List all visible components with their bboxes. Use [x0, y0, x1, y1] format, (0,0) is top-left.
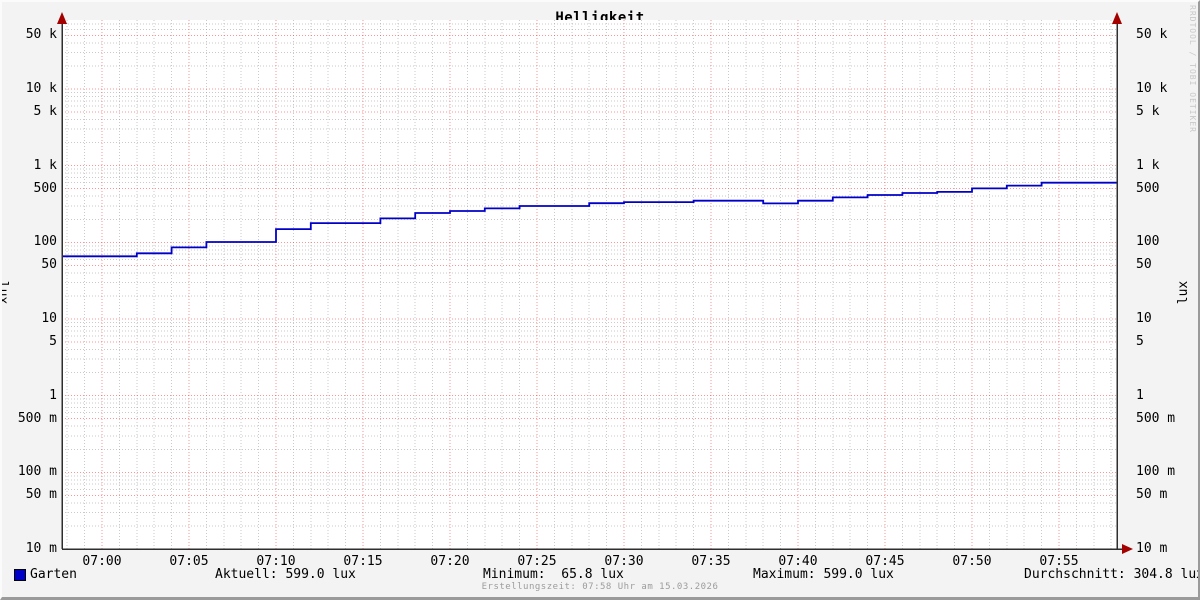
- legend-minimum-value: Minimum: 65.8 lux: [483, 567, 624, 582]
- y-axis-label-right: lux: [1176, 280, 1192, 305]
- y-tick-label-left: 500 m: [17, 410, 57, 426]
- legend-current-value: Aktuell: 599.0 lux: [215, 567, 356, 582]
- y-tick-label-left: 1 k: [33, 157, 57, 173]
- y-tick-label-left: 50 m: [25, 487, 57, 503]
- y-tick-label-right: 500: [1136, 180, 1160, 196]
- y-tick-label-right: 50: [1136, 257, 1152, 273]
- y-axis-left-arrow: [57, 12, 67, 24]
- y-tick-label-right: 10: [1136, 310, 1152, 326]
- legend-maximum-value: Maximum: 599.0 lux: [753, 567, 894, 582]
- y-tick-label-left: 100 m: [17, 464, 57, 480]
- legend-average-value: Durchschnitt: 304.8 lux: [1024, 567, 1200, 582]
- y-tick-label-right: 100 m: [1136, 464, 1176, 480]
- y-tick-label-left: 5 k: [33, 104, 57, 120]
- y-tick-label-right: 100: [1136, 234, 1160, 250]
- y-axis-right-arrow: [1112, 12, 1122, 24]
- y-tick-label-right: 5: [1136, 334, 1144, 350]
- creation-timestamp: Erstellungszeit: 07:58 Uhr am 15.03.2026: [481, 582, 719, 592]
- plot-area: [57, 12, 1133, 554]
- y-tick-label-left: 50 k: [25, 27, 57, 43]
- y-tick-label-left: 100: [33, 234, 57, 250]
- x-axis-arrow: [1122, 544, 1133, 554]
- legend-color-swatch: [14, 569, 26, 581]
- rrdtool-graph: Helligkeit 07:00 07:05 07:10 07:15 07:20 07:2…: [0, 0, 1200, 600]
- y-tick-label-right: 10 m: [1136, 541, 1168, 556]
- y-tick-label-right: 1: [1136, 387, 1144, 403]
- rrdtool-watermark: RRDTOOL / TOBI OETIKER: [1188, 5, 1197, 133]
- y-axis-label-left: lux: [0, 280, 11, 305]
- y-tick-label-left: 1: [49, 387, 57, 403]
- y-tick-label-right: 1 k: [1136, 157, 1160, 173]
- y-tick-label-left: 5: [49, 334, 57, 350]
- legend-row: Garten Aktuell: 599.0 lux Minimum: 65.8 …: [0, 567, 1200, 583]
- y-tick-label-left: 50: [41, 257, 57, 273]
- y-tick-label-left: 10 k: [25, 80, 57, 96]
- y-tick-label-left: 500: [33, 180, 57, 196]
- y-tick-label-left: 10: [41, 310, 57, 326]
- y-tick-label-right: 500 m: [1136, 410, 1176, 426]
- y-tick-label-right: 50 m: [1136, 487, 1168, 503]
- legend-series-label: Garten: [30, 567, 77, 582]
- y-tick-label-left: 10 m: [25, 541, 57, 556]
